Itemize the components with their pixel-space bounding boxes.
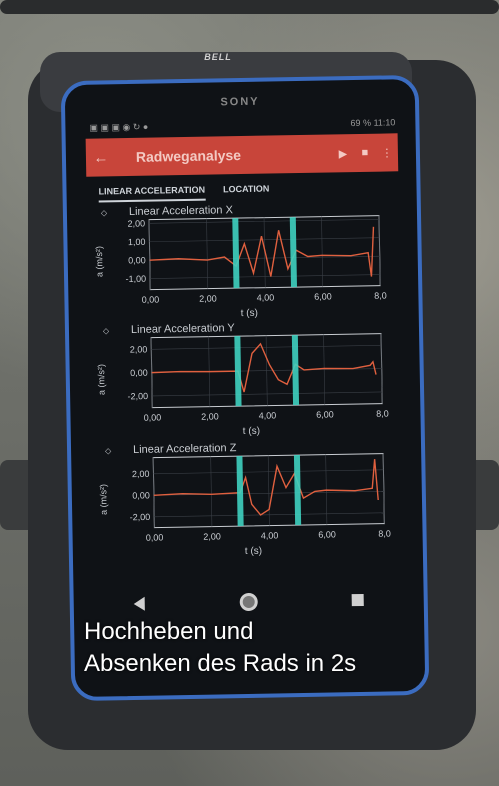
nav-back-icon[interactable] <box>133 596 145 611</box>
y-tick-label: 0,00 <box>132 490 150 500</box>
overlay-caption: Hochheben und Absenken des Rads in 2s <box>84 616 356 680</box>
battery-level: 69 % <box>350 117 372 129</box>
y-axis-label: a (m/s²) <box>98 483 109 516</box>
android-nav-bar <box>133 588 364 616</box>
x-tick-label: 6,00 <box>318 529 336 539</box>
x-tick-label: 8,0 <box>376 408 389 418</box>
clock: 11:10 <box>373 117 396 128</box>
tab-linear-acceleration[interactable]: LINEAR ACCELERATION <box>98 178 206 203</box>
chevron-updown-icon[interactable]: ◇ <box>101 208 107 217</box>
tab-location[interactable]: LOCATION <box>223 178 270 201</box>
y-tick-label: 2,00 <box>130 344 148 354</box>
y-tick-label: 0,00 <box>130 368 148 378</box>
bicycle-rack-bar <box>0 0 499 14</box>
y-tick-label: -1,00 <box>125 274 146 284</box>
y-axis-label: a (m/s²) <box>94 245 105 278</box>
x-tick-label: 6,00 <box>316 409 334 419</box>
y-tick-label: 0,00 <box>128 255 146 265</box>
x-tick-label: 4,00 <box>259 410 277 420</box>
nav-recents-icon[interactable] <box>351 593 364 607</box>
time-marker-line <box>291 335 300 406</box>
y-tick-label: -2,00 <box>130 512 151 522</box>
time-marker-line <box>234 336 242 407</box>
x-tick-label: 4,00 <box>257 292 275 302</box>
x-axis-label: t (s) <box>242 425 261 438</box>
arrow-left-icon[interactable]: ← <box>86 149 116 167</box>
chart-title: Linear Acceleration X <box>128 204 233 218</box>
phone-brand-label: SONY <box>220 95 260 109</box>
x-axis-label: t (s) <box>240 307 259 320</box>
chart-acceleration-z: 2,00 0,00 -2,00 0,00 2,00 4,00 6,00 8,0 ◇ Linea… <box>93 439 395 562</box>
x-tick-label: 2,00 <box>199 293 217 303</box>
x-axis-label: t (s) <box>244 545 263 558</box>
trash-icon[interactable]: ■ <box>354 147 376 159</box>
x-tick-label: 2,00 <box>203 531 221 541</box>
status-icons: ▣ ▣ ▣ ◉ ↻ ● <box>89 121 149 133</box>
caption-line-1: Hochheben und <box>84 618 254 645</box>
play-icon[interactable]: ▶ <box>332 147 354 160</box>
y-tick-label: 2,00 <box>127 218 145 228</box>
chart-title: Linear Acceleration Z <box>132 442 237 456</box>
smartphone: SONY ▣ ▣ ▣ ◉ ↻ ● 69 % 11:10 ← Radweganal… <box>60 74 430 702</box>
x-tick-label: 8,0 <box>378 528 391 538</box>
x-tick-label: 2,00 <box>201 411 219 421</box>
x-tick-label: 0,00 <box>144 412 162 422</box>
app-toolbar: ← Radweganalyse ▶ ■ ⋮ <box>85 133 399 177</box>
x-tick-label: 0,00 <box>142 294 160 304</box>
chart-acceleration-y: 2,00 0,00 -2,00 0,00 2,00 4,00 6,00 8,0 ◇ Linea… <box>91 319 393 442</box>
y-tick-label: 2,00 <box>132 469 150 479</box>
app-title: Radweganalyse <box>135 147 242 165</box>
y-tick-label: -2,00 <box>128 391 149 401</box>
time-marker-line <box>289 217 297 288</box>
y-axis-label: a (m/s²) <box>96 363 107 396</box>
holder-brand-label: BELL <box>204 52 232 62</box>
time-marker-line <box>236 456 244 527</box>
more-vert-icon[interactable]: ⋮ <box>376 146 398 159</box>
chart-title: Linear Acceleration Y <box>130 322 235 336</box>
x-tick-label: 6,00 <box>314 291 332 301</box>
x-tick-label: 4,00 <box>261 530 279 540</box>
tab-bar: LINEAR ACCELERATION LOCATION <box>86 175 398 203</box>
time-marker-line <box>293 455 302 526</box>
chart-acceleration-x: 2,00 1,00 0,00 -1,00 0,00 2,00 4,00 6,00 8,0 ◇ L… <box>89 201 391 324</box>
x-tick-label: 8,0 <box>374 291 387 301</box>
nav-home-icon[interactable] <box>239 592 258 612</box>
y-tick-label: 1,00 <box>128 237 146 247</box>
x-tick-label: 0,00 <box>146 532 164 542</box>
chevron-updown-icon[interactable]: ◇ <box>105 446 111 455</box>
caption-line-2: Absenken des Rads in 2s <box>84 650 357 677</box>
chevron-updown-icon[interactable]: ◇ <box>103 326 109 335</box>
time-marker-line <box>232 218 240 289</box>
